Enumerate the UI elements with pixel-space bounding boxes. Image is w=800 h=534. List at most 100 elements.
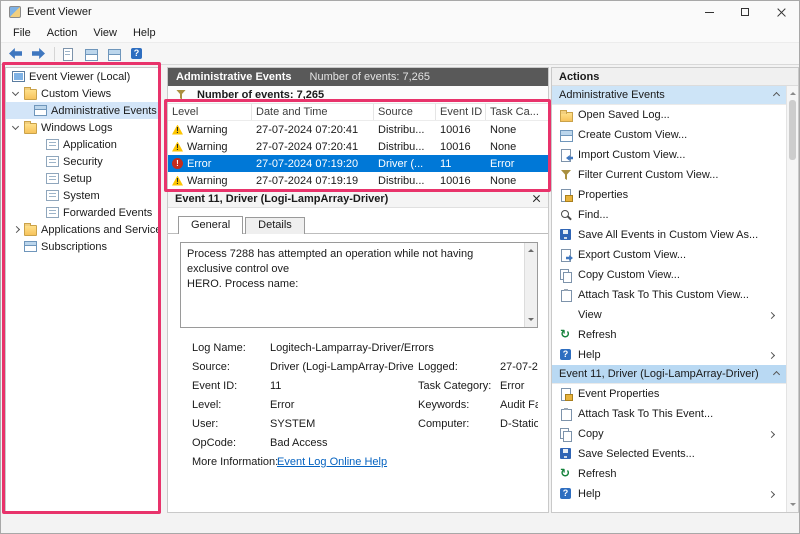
- tree-item-application[interactable]: Application: [6, 136, 160, 153]
- tree-item-forwarded-events[interactable]: Forwarded Events: [6, 204, 160, 221]
- action-copy-custom-view[interactable]: Copy Custom View...: [552, 265, 786, 285]
- events-table-header: Level Date and Time Source Event ID Task…: [168, 104, 548, 121]
- chevron-down-icon[interactable]: [12, 89, 19, 96]
- tree-item-label: Administrative Events: [51, 105, 157, 117]
- collapse-icon[interactable]: [773, 370, 780, 377]
- preview-close-icon[interactable]: [532, 194, 541, 203]
- field-label: Level:: [192, 399, 270, 411]
- event-viewer-window: Event Viewer File Action View Help Event…: [0, 0, 800, 534]
- tab-details[interactable]: Details: [245, 217, 305, 234]
- action-event-properties[interactable]: Event Properties: [552, 384, 786, 404]
- event-task-category: None: [486, 175, 548, 187]
- tree-item-subscriptions[interactable]: Subscriptions: [6, 238, 160, 255]
- titlebar: Event Viewer: [1, 1, 799, 23]
- action-refresh[interactable]: Refresh: [552, 325, 786, 345]
- export-list-button[interactable]: [60, 44, 81, 63]
- back-button[interactable]: [5, 44, 26, 63]
- event-id: 11: [436, 158, 486, 170]
- menu-help[interactable]: Help: [125, 25, 164, 41]
- event-log-online-help-link[interactable]: Event Log Online Help: [277, 456, 538, 468]
- console-tree-toggle-button[interactable]: [83, 44, 104, 63]
- event-row[interactable]: Warning 27-07-2024 07:20:41 Distribu... …: [168, 138, 548, 155]
- menu-view[interactable]: View: [85, 25, 125, 41]
- field-value: D-Station: [500, 418, 538, 430]
- action-export-custom-view[interactable]: Export Custom View...: [552, 245, 786, 265]
- action-attach-task-to-this-event[interactable]: Attach Task To This Event...: [552, 404, 786, 424]
- action-label: Copy Custom View...: [578, 269, 779, 281]
- action-label: Save All Events in Custom View As...: [578, 229, 779, 241]
- back-arrow-icon: [9, 48, 22, 59]
- menu-file[interactable]: File: [5, 25, 39, 41]
- tree-item-security[interactable]: Security: [6, 153, 160, 170]
- tree-item-event-viewer-local[interactable]: Event Viewer (Local): [6, 68, 160, 85]
- tree-item-administrative-events[interactable]: Administrative Events: [6, 102, 160, 119]
- action-label: Attach Task To This Event...: [578, 408, 779, 420]
- action-save-selected-events[interactable]: Save Selected Events...: [552, 444, 786, 464]
- action-properties[interactable]: Properties: [552, 185, 786, 205]
- action-copy[interactable]: Copy: [552, 424, 786, 444]
- tree-item-applications-and-services[interactable]: Applications and Services Lo: [6, 221, 160, 238]
- action-find[interactable]: Find...: [552, 205, 786, 225]
- field-value: 27-07-2024 07...: [500, 361, 538, 373]
- help-toolbar-button[interactable]: [129, 44, 150, 63]
- forward-button[interactable]: [28, 44, 49, 63]
- tree-item-custom-views[interactable]: Custom Views: [6, 85, 160, 102]
- actions-scrollbar[interactable]: [786, 86, 798, 512]
- tree-item-setup[interactable]: Setup: [6, 170, 160, 187]
- minimize-button[interactable]: [691, 1, 727, 23]
- action-help[interactable]: Help: [552, 345, 786, 365]
- close-icon: [777, 8, 786, 17]
- folder-icon: [24, 123, 37, 134]
- menu-action[interactable]: Action: [39, 25, 86, 41]
- event-datetime: 27-07-2024 07:20:41: [252, 124, 374, 136]
- event-row[interactable]: Warning 27-07-2024 07:19:19 Distribu... …: [168, 172, 548, 189]
- action-import-custom-view[interactable]: Import Custom View...: [552, 145, 786, 165]
- folder-icon: [24, 89, 37, 100]
- action-open-saved-log[interactable]: Open Saved Log...: [552, 105, 786, 125]
- save-icon: [559, 448, 573, 460]
- event-row[interactable]: Warning 27-07-2024 07:20:41 Distribu... …: [168, 121, 548, 138]
- properties-window-button[interactable]: [106, 44, 127, 63]
- event-description-line: HERO. Process name:: [187, 277, 517, 292]
- preview-pane-header: Event 11, Driver (Logi-LampArray-Driver): [168, 189, 548, 208]
- action-label: Create Custom View...: [578, 129, 779, 141]
- column-event-id[interactable]: Event ID: [436, 104, 486, 120]
- actions-section-administrative-events[interactable]: Administrative Events: [552, 86, 786, 105]
- chevron-right-icon[interactable]: [13, 226, 20, 233]
- field-value: Driver (Logi-LampArray-Drive: [270, 361, 418, 373]
- event-task-category: Error: [486, 158, 548, 170]
- action-filter-current-custom-view[interactable]: Filter Current Custom View...: [552, 165, 786, 185]
- description-scrollbar[interactable]: [524, 243, 537, 327]
- tree-item-label: Setup: [63, 173, 92, 185]
- field-value: Bad Access: [270, 437, 538, 449]
- action-view[interactable]: View: [552, 305, 786, 325]
- action-refresh-event[interactable]: Refresh: [552, 464, 786, 484]
- action-label: Find...: [578, 209, 779, 221]
- column-date-and-time[interactable]: Date and Time: [252, 104, 374, 120]
- tree-item-windows-logs[interactable]: Windows Logs: [6, 119, 160, 136]
- field-value: Audit Failure: [500, 399, 538, 411]
- column-task-category[interactable]: Task Ca...: [486, 104, 548, 120]
- tab-general[interactable]: General: [178, 216, 243, 234]
- warning-icon: [172, 142, 183, 152]
- column-level[interactable]: Level: [168, 104, 252, 120]
- collapse-icon[interactable]: [773, 91, 780, 98]
- action-attach-task-to-this-custom-view[interactable]: Attach Task To This Custom View...: [552, 285, 786, 305]
- action-save-all-events-in-custom-view-as[interactable]: Save All Events in Custom View As...: [552, 225, 786, 245]
- maximize-button[interactable]: [727, 1, 763, 23]
- field-label: User:: [192, 418, 270, 430]
- chevron-down-icon[interactable]: [12, 123, 19, 130]
- tree-item-label: Application: [63, 139, 117, 151]
- help-icon: [559, 349, 573, 361]
- tree-item-system[interactable]: System: [6, 187, 160, 204]
- action-create-custom-view[interactable]: Create Custom View...: [552, 125, 786, 145]
- column-source[interactable]: Source: [374, 104, 436, 120]
- section-title: Administrative Events: [559, 89, 774, 101]
- action-label: Event Properties: [578, 388, 779, 400]
- close-button[interactable]: [763, 1, 799, 23]
- actions-section-event-11[interactable]: Event 11, Driver (Logi-LampArray-Driver): [552, 365, 786, 384]
- event-row-selected[interactable]: Error 27-07-2024 07:19:20 Driver (... 11…: [168, 155, 548, 172]
- action-help-event[interactable]: Help: [552, 484, 786, 504]
- statusbar: [1, 513, 799, 533]
- scrollbar-thumb[interactable]: [789, 100, 796, 160]
